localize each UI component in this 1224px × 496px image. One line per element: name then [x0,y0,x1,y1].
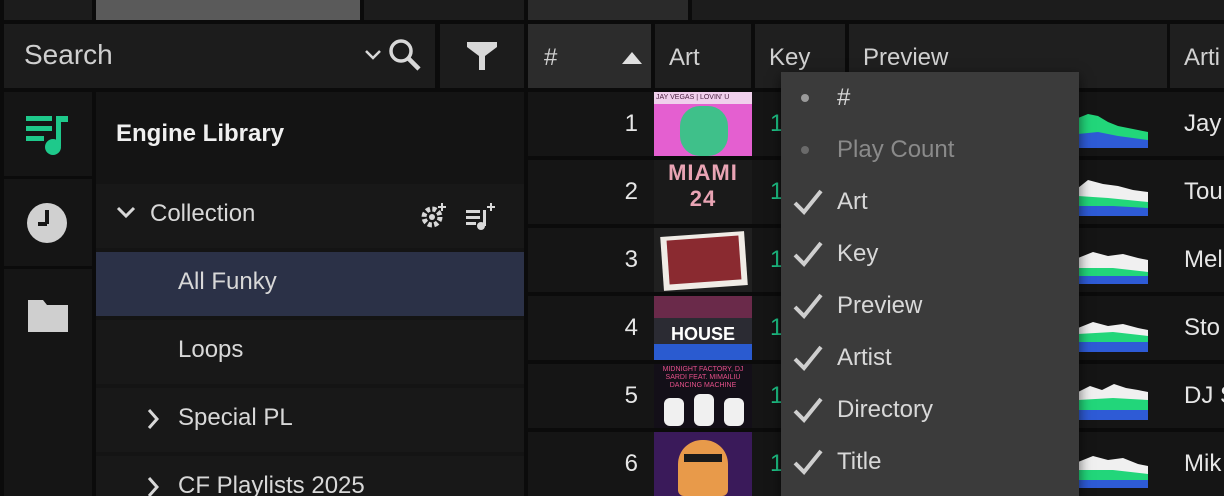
top-tab[interactable] [4,0,92,20]
chevron-right-icon[interactable] [146,408,160,430]
tree-item-loops[interactable]: Loops [96,320,524,384]
album-art-text: MIAMI 24 [668,160,738,211]
menu-item-label: Preview [837,292,923,319]
column-header-number[interactable]: # [528,24,651,88]
column-header-label: Arti [1184,44,1220,71]
menu-item-title[interactable]: Title [781,436,1079,488]
album-art [654,432,752,496]
tree-item-special-pl[interactable]: Special PL [96,388,524,452]
column-header-artist[interactable]: Arti [1170,24,1224,88]
dot-icon [801,94,809,102]
album-art: JAY VEGAS | LOVIN' U [654,92,752,156]
column-header-label: # [544,44,558,71]
waveform-preview [1078,180,1148,216]
rail-divider [4,176,92,179]
top-tab-active[interactable] [96,0,360,20]
menu-item-artist[interactable]: Artist [781,332,1079,384]
tree-item-label: Loops [178,336,244,363]
chevron-down-icon[interactable] [116,206,136,220]
menu-item-label: # [837,84,851,111]
album-art: MIAMI 24 [654,160,752,224]
menu-item-label: Key [837,240,879,267]
album-art [654,228,752,292]
menu-item-label: Play Count [837,136,955,163]
menu-item-label: Directory [837,396,934,423]
waveform-preview [1078,322,1148,352]
track-artist: Tou [1184,178,1223,205]
menu-item-art[interactable]: Art [781,176,1079,228]
track-number: 1 [624,110,638,137]
track-number: 3 [624,246,638,273]
checkmark-icon [793,293,823,319]
menu-item-number[interactable]: # [781,72,1079,124]
waveform-preview [1078,252,1148,284]
tree-item-label: Special PL [178,404,293,431]
album-art-text: MIDNIGHT FACTORY, DJ SARDI FEAT. MIMAILI… [662,366,744,389]
tree-item-collection[interactable]: Collection [96,184,524,248]
tree-item-label: All Funky [178,268,277,295]
dot-icon [801,146,809,154]
tree-item-all-funky[interactable]: All Funky [96,252,524,316]
checkmark-icon [793,345,823,371]
column-header-art[interactable]: Art [655,24,751,88]
track-number: 2 [624,178,638,205]
track-artist: DJ S [1184,382,1224,409]
library-header[interactable]: Engine Library [96,92,524,180]
settings-icon[interactable] [420,202,448,230]
album-art-text: HOUSE [670,324,735,344]
waveform-preview [1078,114,1148,148]
chevron-right-icon[interactable] [146,476,160,496]
top-tab[interactable] [364,0,524,20]
track-number: 4 [624,314,638,341]
menu-item-label: Art [837,188,868,215]
column-header-label: Key [769,44,811,71]
menu-item-label: Artist [837,344,892,371]
track-artist: Sto [1184,314,1221,341]
top-tab[interactable] [692,0,1224,20]
playlist-icon[interactable] [26,114,70,156]
track-artist: Jay [1184,110,1222,137]
search-placeholder: Search [24,39,113,70]
checkmark-icon [793,189,823,215]
track-artist: Mik [1184,450,1222,477]
source-rail [4,92,92,496]
sort-ascending-icon [622,52,642,64]
library-title: Engine Library [116,120,285,147]
engine-library-window: { "search": {"placeholder": "Search"}, "… [0,0,1224,496]
collection-label: Collection [150,200,256,227]
search-input[interactable]: Search [4,24,435,88]
history-icon[interactable] [26,202,68,244]
filter-button[interactable] [440,24,524,88]
rail-divider [4,266,92,269]
library-tree: Engine Library Collection All Funky Loop… [96,92,524,496]
track-number: 6 [624,450,638,477]
filter-icon [467,42,497,70]
track-artist: Mel [1184,246,1223,273]
menu-item-preview[interactable]: Preview [781,280,1079,332]
album-art: MIDNIGHT FACTORY, DJ SARDI FEAT. MIMAILI… [654,364,752,428]
tree-item-cf-playlists[interactable]: CF Playlists 2025 [96,456,524,496]
album-art: HOUSE [654,296,752,360]
search-icon[interactable] [388,38,422,72]
top-tab[interactable] [528,0,688,20]
album-art-text: JAY VEGAS | LOVIN' U [656,94,730,101]
add-playlist-icon[interactable] [466,202,496,230]
chevron-down-icon[interactable] [364,46,382,64]
column-header-label: Art [669,44,700,71]
column-chooser-menu: # Play Count Art Key Preview Artist Dire… [781,72,1079,496]
track-number: 5 [624,382,638,409]
waveform-preview [1078,384,1148,420]
menu-item-play-count[interactable]: Play Count [781,124,1079,176]
checkmark-icon [793,241,823,267]
menu-item-key[interactable]: Key [781,228,1079,280]
checkmark-icon [793,397,823,423]
waveform-preview [1078,456,1148,488]
menu-item-label: Title [837,448,882,475]
checkmark-icon [793,449,823,475]
tree-item-label: CF Playlists 2025 [178,472,365,496]
column-header-label: Preview [863,44,949,71]
folder-icon[interactable] [28,298,68,332]
menu-item-directory[interactable]: Directory [781,384,1079,436]
